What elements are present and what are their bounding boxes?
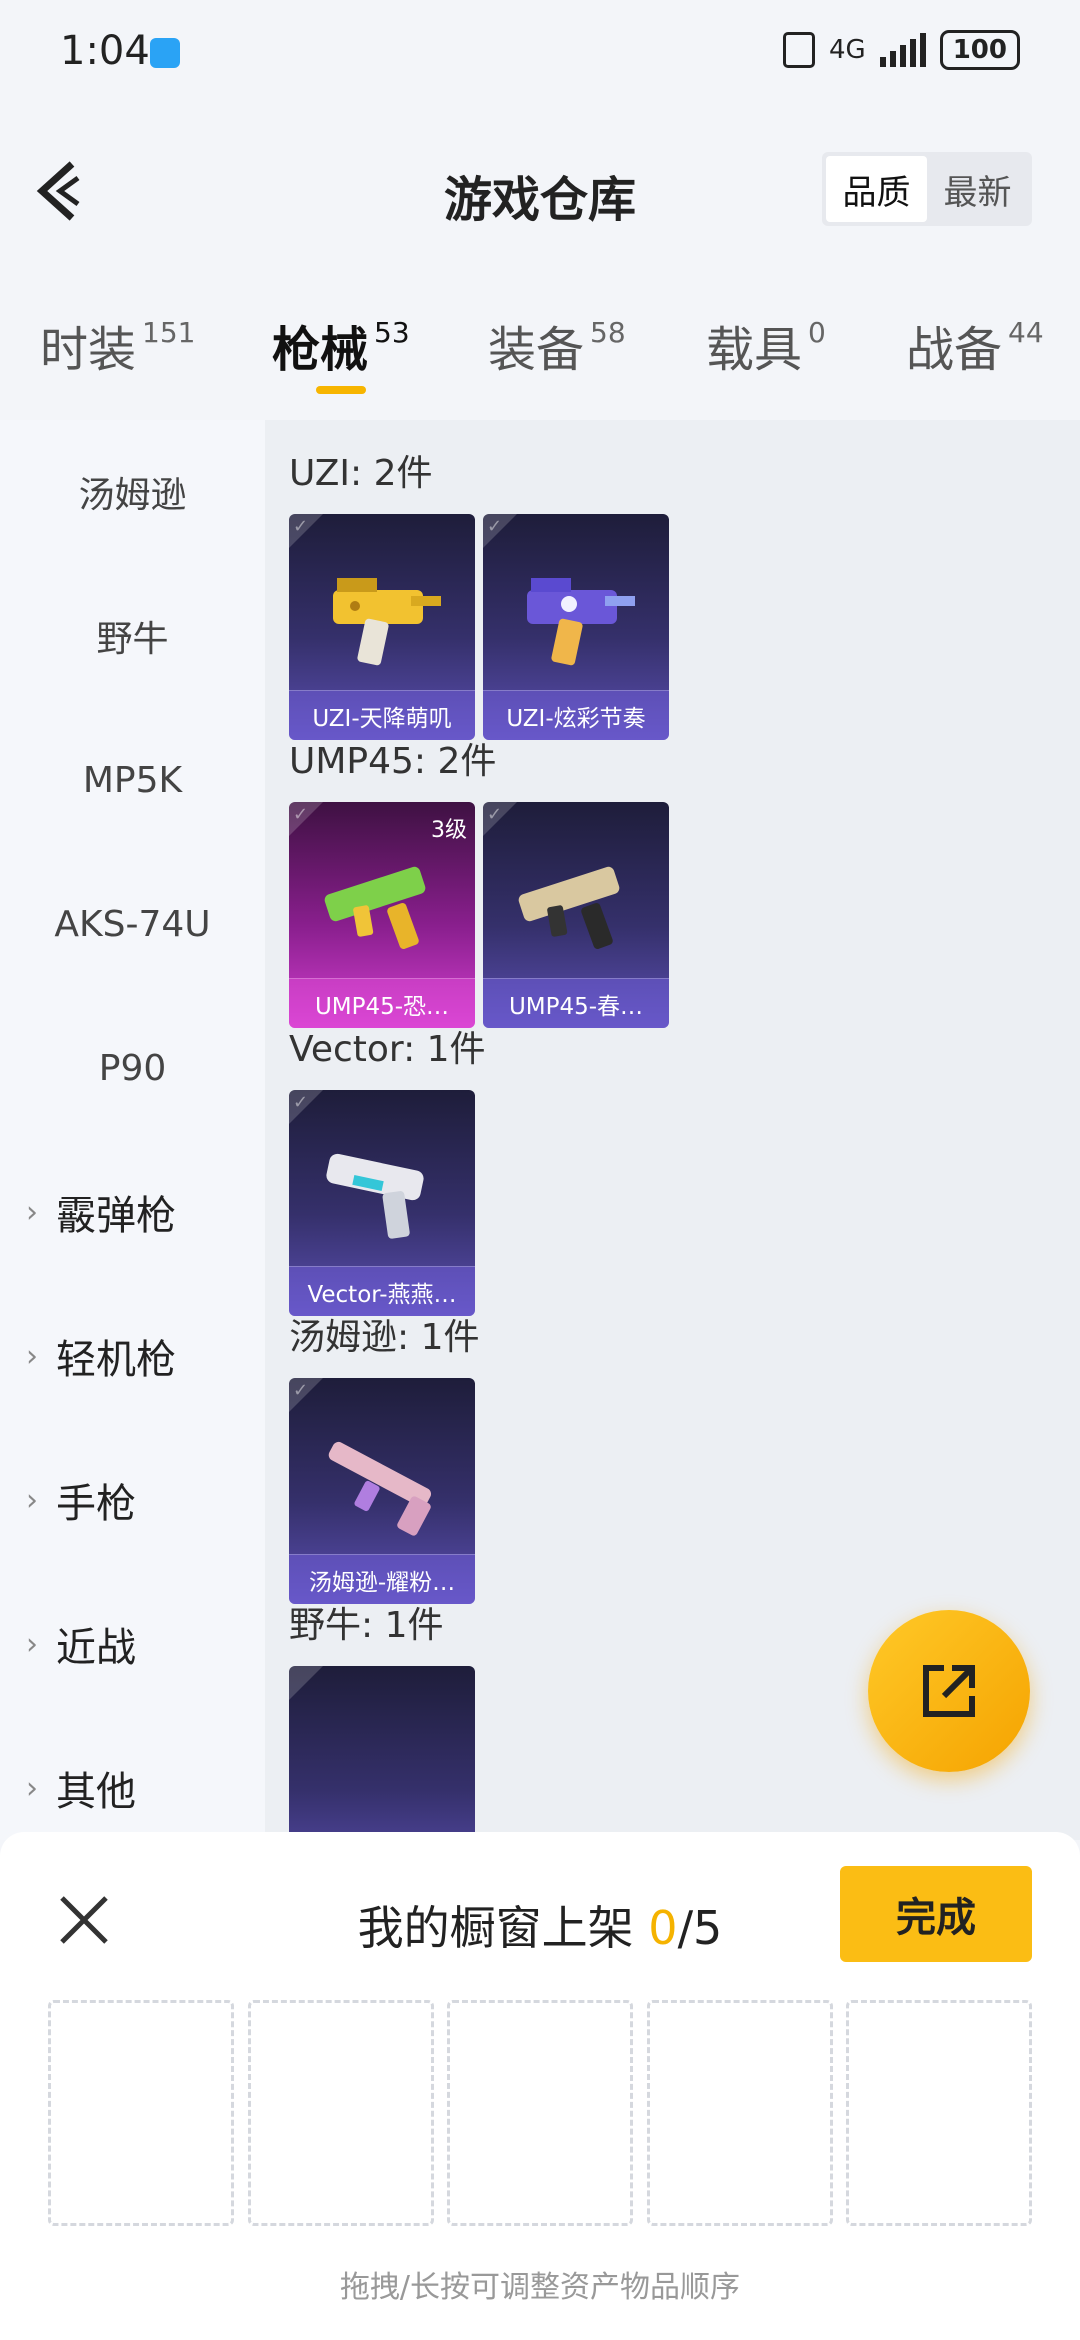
tab-count: 0 <box>808 316 826 349</box>
vector-white-icon <box>326 1153 424 1239</box>
chevron-right-icon: › <box>26 1338 38 1374</box>
battery-icon: 100 <box>939 30 1020 70</box>
signal-icon <box>879 33 926 67</box>
status-time: 1:04 <box>60 28 150 74</box>
tab-label: 装备 <box>488 322 585 378</box>
sort-newest-button[interactable]: 最新 <box>927 156 1028 222</box>
check-icon: ✓ <box>487 804 503 825</box>
weapon-card[interactable] <box>289 1666 475 1840</box>
tab-fashion[interactable]: 时装 151 <box>40 310 195 380</box>
active-tab-indicator <box>316 386 366 394</box>
weapon-card[interactable]: ✓ UZI-天降萌叽 <box>289 514 475 740</box>
sort-quality-button[interactable]: 品质 <box>826 156 927 222</box>
sidebar-group-label: 霰弹枪 <box>56 1193 176 1239</box>
select-corner <box>289 1666 323 1700</box>
section-title: 汤姆逊: 1件 <box>289 1317 480 1358</box>
done-button[interactable]: 完成 <box>840 1866 1032 1962</box>
weapon-card[interactable]: ✓ UZI-炫彩节奏 <box>483 514 669 740</box>
tab-label: 战备 <box>906 322 1003 378</box>
reorder-hint: 拖拽/长按可调整资产物品顺序 <box>339 2270 741 2305</box>
tab-supplies[interactable]: 战备 44 <box>906 310 1044 380</box>
sidebar-group-lmg[interactable]: › 轻机枪 <box>0 1306 265 1406</box>
sidebar-group-label: 轻机枪 <box>56 1337 176 1383</box>
thompson-pink-icon <box>328 1441 432 1536</box>
category-tabs: 时装 151 枪械 53 装备 58 载具 0 战备 44 <box>0 300 1080 410</box>
tab-firearms[interactable]: 枪械 53 <box>272 310 410 380</box>
weapon-name: UZI-炫彩节奏 <box>483 690 669 740</box>
share-external-icon <box>923 1665 975 1717</box>
uzi-purple-icon <box>527 578 635 666</box>
section-title: Vector: 1件 <box>289 1029 486 1070</box>
weapon-sidebar: 汤姆逊 野牛 MP5K AKS-74U P90 › 霰弹枪 › 轻机枪 › 手枪 › 近… <box>0 420 265 1840</box>
ump45-gold-icon <box>518 866 620 949</box>
tab-count: 53 <box>374 316 410 349</box>
sidebar-group-melee[interactable]: › 近战 <box>0 1594 265 1694</box>
sidebar-item-p90[interactable]: P90 <box>0 1018 265 1118</box>
vibrate-icon <box>783 32 816 68</box>
status-bar: 1:04 4G 100 <box>0 0 1080 110</box>
notification-app-icon <box>150 38 180 68</box>
sidebar-item-aks74u[interactable]: AKS-74U <box>0 874 265 974</box>
showcase-slot[interactable] <box>846 2000 1032 2226</box>
sidebar-group-label: 其他 <box>56 1769 136 1815</box>
chevron-right-icon: › <box>26 1194 38 1230</box>
section-title: UZI: 2件 <box>289 453 433 494</box>
section-title: 野牛: 1件 <box>289 1605 444 1646</box>
weapon-card[interactable]: ✓ Vector-燕燕… <box>289 1090 475 1316</box>
tab-vehicles[interactable]: 载具 0 <box>706 310 826 380</box>
sidebar-item-bizon[interactable]: 野牛 <box>0 586 265 686</box>
showcase-total: /5 <box>677 1901 723 1955</box>
showcase-title-text: 我的橱窗上架 <box>357 1901 634 1955</box>
sidebar-item-mp5k[interactable]: MP5K <box>0 730 265 830</box>
weapon-card[interactable]: ✓ 3级 UMP45-恐… <box>289 802 475 1028</box>
tab-count: 58 <box>590 316 626 349</box>
section-title: UMP45: 2件 <box>289 741 497 782</box>
check-icon: ✓ <box>293 516 309 537</box>
showcase-slots <box>48 2000 1032 2226</box>
check-icon: ✓ <box>487 516 503 537</box>
tab-count: 44 <box>1008 316 1044 349</box>
weapon-card[interactable]: ✓ UMP45-春… <box>483 802 669 1028</box>
share-button[interactable] <box>868 1610 1030 1772</box>
showcase-panel: 我的橱窗上架 0/5 完成 拖拽/长按可调整资产物品顺序 <box>0 1832 1080 2340</box>
showcase-count: 0 <box>648 1901 678 1955</box>
sidebar-group-label: 近战 <box>56 1625 136 1671</box>
status-icons: 4G 100 <box>783 30 1020 70</box>
weapon-name: UMP45-春… <box>483 978 669 1028</box>
header: 游戏仓库 品质 最新 <box>0 120 1080 260</box>
chevron-right-icon: › <box>26 1626 38 1662</box>
chevron-right-icon: › <box>26 1482 38 1518</box>
check-icon: ✓ <box>293 1092 309 1113</box>
showcase-slot[interactable] <box>247 2000 434 2226</box>
tab-label: 载具 <box>706 322 803 378</box>
showcase-slot[interactable] <box>646 2000 833 2226</box>
showcase-slot[interactable] <box>447 2000 633 2226</box>
sidebar-group-shotgun[interactable]: › 霰弹枪 <box>0 1162 265 1262</box>
tab-label: 枪械 <box>272 322 369 378</box>
tab-count: 151 <box>142 316 196 349</box>
showcase-slot[interactable] <box>48 2000 234 2226</box>
check-icon: ✓ <box>293 804 309 825</box>
sort-toggle: 品质 最新 <box>822 152 1032 226</box>
sidebar-group-pistol[interactable]: › 手枪 <box>0 1450 265 1550</box>
weapon-card[interactable]: ✓ 汤姆逊-耀粉… <box>289 1378 475 1604</box>
sidebar-group-other[interactable]: › 其他 <box>0 1738 265 1838</box>
check-icon: ✓ <box>293 1380 309 1401</box>
sidebar-item-thompson[interactable]: 汤姆逊 <box>0 442 265 542</box>
uzi-gold-icon <box>333 578 441 666</box>
sidebar-group-label: 手枪 <box>56 1481 136 1527</box>
level-badge: 3级 <box>431 818 467 843</box>
chevron-right-icon: › <box>26 1770 38 1806</box>
tab-equipment[interactable]: 装备 58 <box>488 310 626 380</box>
network-type: 4G <box>829 35 866 65</box>
ump45-green-icon <box>324 866 426 949</box>
tab-label: 时装 <box>40 322 137 378</box>
